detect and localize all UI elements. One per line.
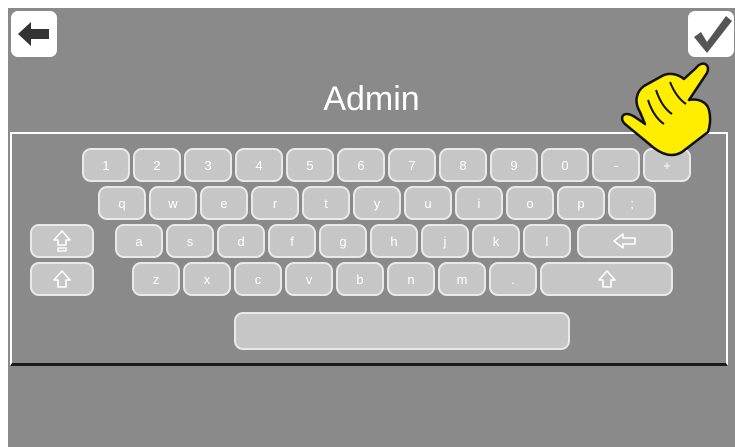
key-l[interactable]: l: [523, 224, 571, 258]
keyboard-panel: 1 2 3 4 5 6 7 8 9 0 - + q w e r t y u i …: [10, 132, 728, 366]
backspace-key[interactable]: [577, 224, 673, 258]
shift-arrow-icon: [53, 270, 71, 288]
key-2[interactable]: 2: [133, 148, 181, 182]
key-i[interactable]: i: [455, 186, 503, 220]
key-r[interactable]: r: [251, 186, 299, 220]
key-period[interactable]: .: [489, 262, 537, 296]
key-g[interactable]: g: [319, 224, 367, 258]
key-b[interactable]: b: [336, 262, 384, 296]
key-f[interactable]: f: [268, 224, 316, 258]
key-e[interactable]: e: [200, 186, 248, 220]
key-s[interactable]: s: [166, 224, 214, 258]
shift-key-left[interactable]: [30, 262, 94, 296]
arrow-left-icon: [18, 22, 49, 46]
key-semicolon[interactable]: ;: [608, 186, 656, 220]
confirm-button[interactable]: [688, 11, 734, 57]
key-y[interactable]: y: [353, 186, 401, 220]
key-c[interactable]: c: [234, 262, 282, 296]
key-9[interactable]: 9: [490, 148, 538, 182]
key-6[interactable]: 6: [337, 148, 385, 182]
key-h[interactable]: h: [370, 224, 418, 258]
key-z[interactable]: z: [132, 262, 180, 296]
key-3[interactable]: 3: [184, 148, 232, 182]
key-1[interactable]: 1: [82, 148, 130, 182]
checkmark-icon: [694, 16, 732, 53]
key-d[interactable]: d: [217, 224, 265, 258]
key-0[interactable]: 0: [541, 148, 589, 182]
key-k[interactable]: k: [472, 224, 520, 258]
shift-key-right[interactable]: [540, 262, 673, 296]
empty-area: [8, 369, 735, 447]
caps-lock-key[interactable]: [30, 224, 94, 258]
key-v[interactable]: v: [285, 262, 333, 296]
screen: Admin 1 2 3 4 5 6 7 8 9 0 - + q w e r t …: [8, 8, 735, 447]
space-key[interactable]: [234, 312, 570, 350]
key-x[interactable]: x: [183, 262, 231, 296]
key-w[interactable]: w: [149, 186, 197, 220]
caps-lock-icon: [53, 230, 71, 252]
page-title: Admin: [323, 80, 420, 118]
key-u[interactable]: u: [404, 186, 452, 220]
key-5[interactable]: 5: [286, 148, 334, 182]
back-button[interactable]: [11, 11, 57, 57]
shift-arrow-icon: [597, 270, 616, 288]
key-o[interactable]: o: [506, 186, 554, 220]
key-m[interactable]: m: [438, 262, 486, 296]
key-a[interactable]: a: [115, 224, 163, 258]
key-minus[interactable]: -: [592, 148, 640, 182]
key-4[interactable]: 4: [235, 148, 283, 182]
key-p[interactable]: p: [557, 186, 605, 220]
backspace-arrow-icon: [613, 233, 636, 249]
key-plus[interactable]: +: [643, 148, 691, 182]
key-8[interactable]: 8: [439, 148, 487, 182]
key-n[interactable]: n: [387, 262, 435, 296]
key-7[interactable]: 7: [388, 148, 436, 182]
key-t[interactable]: t: [302, 186, 350, 220]
key-j[interactable]: j: [421, 224, 469, 258]
key-q[interactable]: q: [98, 186, 146, 220]
